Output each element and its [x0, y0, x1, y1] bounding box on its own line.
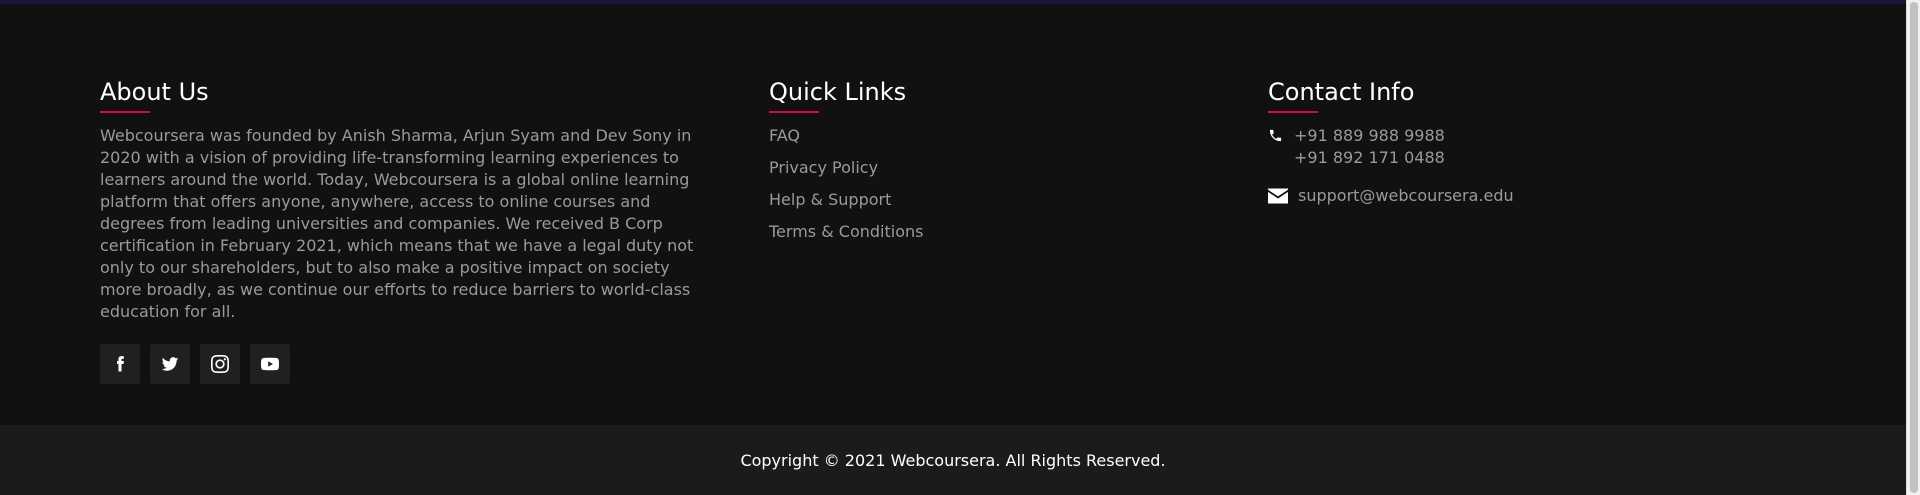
instagram-link[interactable] — [200, 344, 240, 384]
phone-numbers: +91 889 988 9988 +91 892 171 0488 — [1294, 125, 1445, 169]
quick-links-section: Quick Links FAQ Privacy Policy Help & Su… — [769, 76, 1169, 253]
envelope-icon-wrap — [1268, 185, 1294, 204]
site-footer: About Us Webcoursera was founded by Anis… — [0, 4, 1906, 425]
phone-number-2[interactable]: +91 892 171 0488 — [1294, 147, 1445, 169]
link-terms-conditions[interactable]: Terms & Conditions — [769, 221, 1169, 243]
email-row: support@webcoursera.edu — [1268, 185, 1768, 207]
quick-links-title: Quick Links — [769, 78, 907, 106]
support-email[interactable]: support@webcoursera.edu — [1298, 185, 1514, 207]
contact-title: Contact Info — [1268, 78, 1415, 106]
quick-links-list: FAQ Privacy Policy Help & Support Terms … — [769, 125, 1169, 243]
link-privacy-policy[interactable]: Privacy Policy — [769, 157, 1169, 179]
twitter-link[interactable] — [150, 344, 190, 384]
scrollbar-thumb[interactable] — [1910, 2, 1918, 493]
phone-row: +91 889 988 9988 +91 892 171 0488 — [1268, 125, 1768, 169]
twitter-icon — [161, 357, 179, 371]
about-section: About Us Webcoursera was founded by Anis… — [100, 76, 700, 384]
envelope-icon — [1268, 188, 1288, 204]
copyright-bar: Copyright © 2021 Webcoursera. All Rights… — [0, 425, 1906, 495]
youtube-link[interactable] — [250, 344, 290, 384]
facebook-link[interactable] — [100, 344, 140, 384]
phone-number-1[interactable]: +91 889 988 9988 — [1294, 125, 1445, 147]
instagram-icon — [211, 355, 229, 373]
youtube-icon — [261, 357, 279, 371]
link-faq[interactable]: FAQ — [769, 125, 1169, 147]
social-links — [100, 344, 700, 384]
quick-links-title-underline — [769, 111, 819, 113]
contact-title-underline — [1268, 111, 1318, 113]
link-help-support[interactable]: Help & Support — [769, 189, 1169, 211]
about-text: Webcoursera was founded by Anish Sharma,… — [100, 126, 694, 321]
vertical-scrollbar[interactable] — [1906, 0, 1920, 495]
facebook-icon — [117, 356, 124, 372]
about-title: About Us — [100, 78, 209, 106]
contact-section: Contact Info +91 889 988 9988 +91 892 17… — [1268, 76, 1768, 207]
copyright-text: Copyright © 2021 Webcoursera. All Rights… — [740, 450, 1166, 470]
phone-icon-wrap — [1268, 125, 1294, 143]
phone-icon — [1269, 129, 1282, 142]
about-title-underline — [100, 111, 150, 113]
